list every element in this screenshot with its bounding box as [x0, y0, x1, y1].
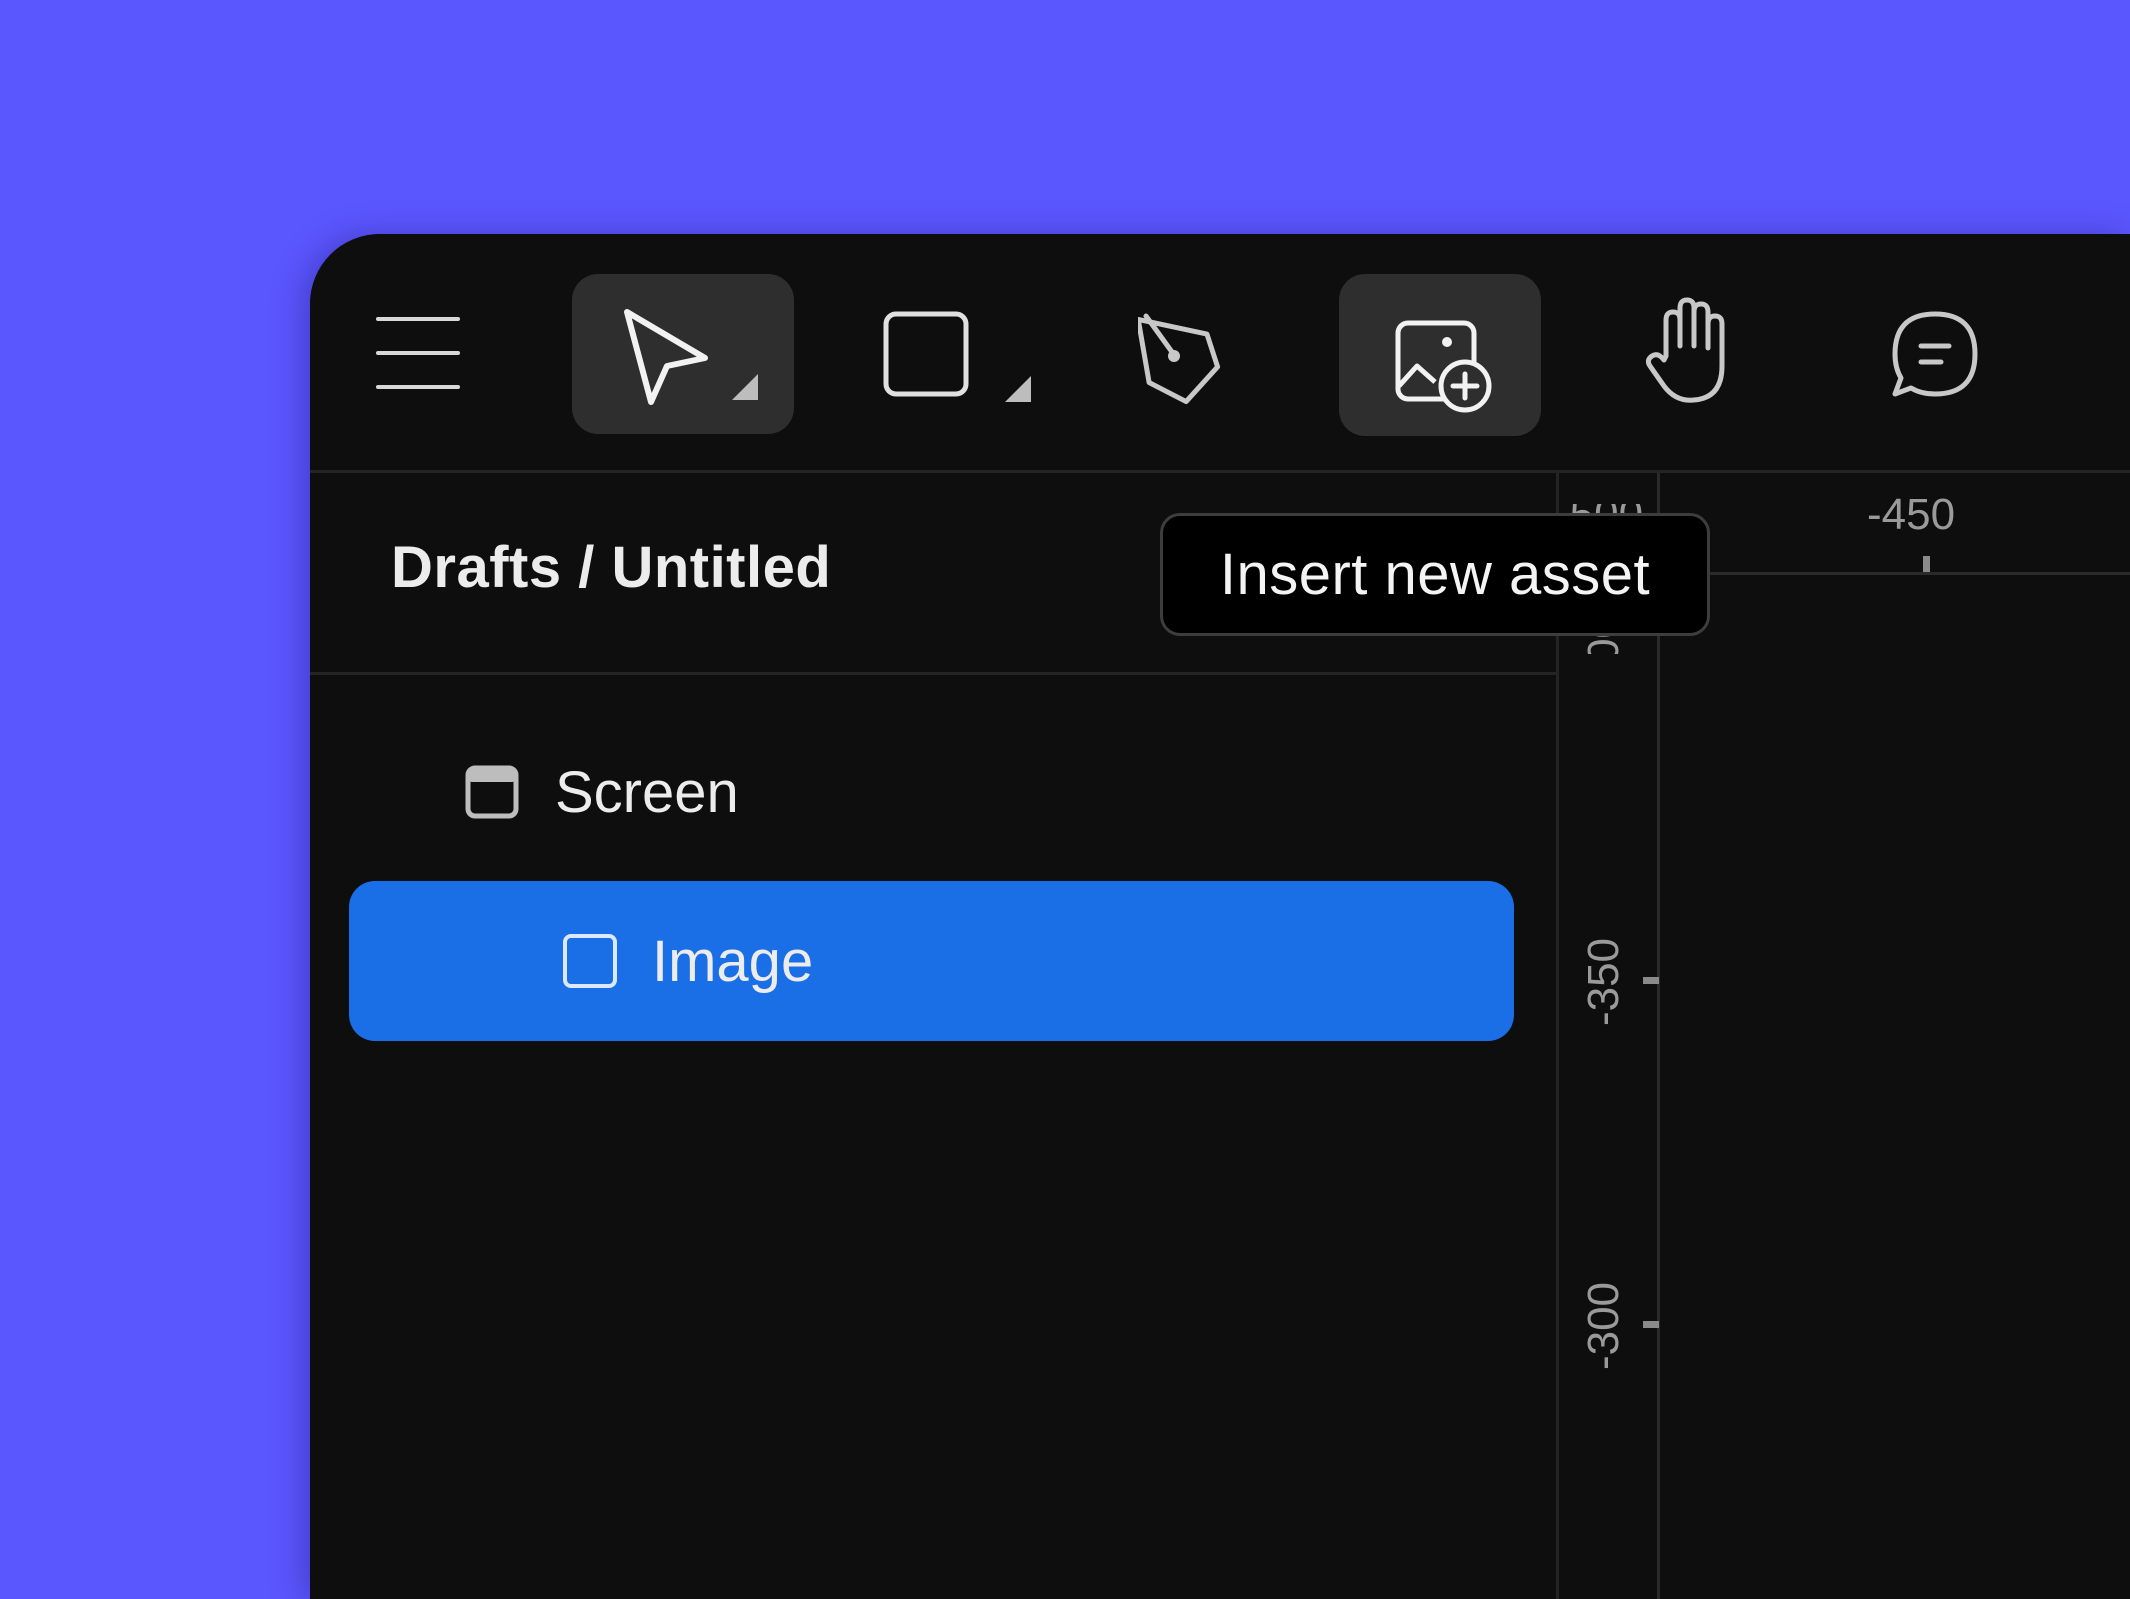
layer-label: Image: [652, 928, 814, 994]
tool-options-caret-icon[interactable]: [730, 372, 760, 402]
cursor-icon: [624, 309, 708, 405]
layer-item-screen[interactable]: Screen: [465, 752, 739, 832]
rectangle-icon: [883, 311, 969, 397]
comment-tool-button[interactable]: [1855, 274, 2015, 434]
pen-icon: [1138, 313, 1221, 405]
menu-icon: [376, 317, 460, 389]
ruler-tick: [1643, 1321, 1659, 1328]
select-tool-button[interactable]: [572, 274, 794, 434]
insert-image-icon: [1395, 320, 1492, 413]
ruler-label-top: -450: [1867, 490, 1956, 539]
image-layer-icon: [563, 934, 617, 988]
layer-item-image[interactable]: Image: [349, 881, 1514, 1041]
frame-icon: [465, 765, 519, 819]
ruler-vertical-edge: [1657, 473, 1660, 1599]
panel-divider: [310, 672, 1558, 675]
ruler-label-left: -350: [1579, 937, 1629, 1027]
ruler-label-left: -300: [1579, 1281, 1629, 1371]
menu-button[interactable]: [373, 308, 463, 398]
hand-tool-button[interactable]: [1610, 274, 1770, 434]
toolbar: [310, 234, 2130, 470]
breadcrumb[interactable]: Drafts / Untitled: [391, 534, 831, 601]
tooltip: Insert new asset: [1160, 513, 1710, 636]
comment-icon: [1892, 311, 1978, 397]
layer-label: Screen: [555, 759, 739, 825]
ruler-horizontal-edge: [1660, 572, 2130, 575]
ruler-tick: [1643, 977, 1659, 984]
tool-options-caret-icon[interactable]: [1003, 374, 1033, 404]
rectangle-tool-button[interactable]: [845, 274, 1065, 434]
pen-tool-button[interactable]: [1080, 274, 1260, 434]
insert-asset-button[interactable]: [1339, 274, 1541, 436]
panel-edge[interactable]: [1556, 473, 1559, 1599]
editor-window: Drafts / Untitled Screen Image -500 -450…: [310, 234, 2130, 1599]
toolbar-divider: [310, 470, 2130, 473]
ruler-tick: [1923, 556, 1930, 572]
hand-icon: [1645, 297, 1725, 403]
